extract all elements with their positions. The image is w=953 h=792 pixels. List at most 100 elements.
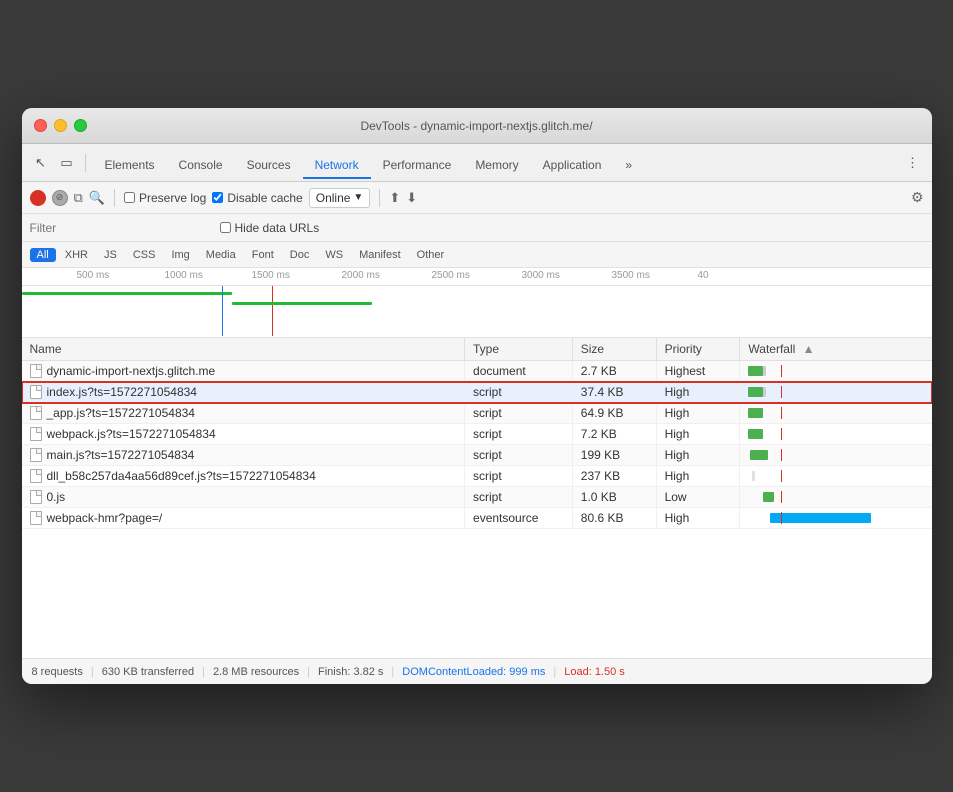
filter-ws[interactable]: WS (318, 248, 350, 262)
filter-font[interactable]: Font (245, 248, 281, 262)
col-size[interactable]: Size (572, 338, 656, 361)
cell-type: script (465, 403, 573, 424)
load-marker-line (781, 386, 782, 398)
col-priority[interactable]: Priority (656, 338, 740, 361)
filter-img[interactable]: Img (164, 248, 196, 262)
more-options-icon[interactable]: ⋮ (902, 152, 924, 174)
tab-sources[interactable]: Sources (235, 153, 303, 179)
table-row[interactable]: dynamic-import-nextjs.glitch.medocument2… (22, 361, 932, 382)
cell-name: 0.js (22, 487, 465, 508)
throttle-dropdown[interactable]: Online ▼ (309, 188, 371, 208)
ruler-mark-5: 3000 ms (522, 270, 560, 281)
record-button[interactable] (30, 190, 46, 206)
cell-priority: High (656, 466, 740, 487)
filter-doc[interactable]: Doc (283, 248, 317, 262)
status-requests: 8 requests (32, 666, 83, 678)
col-type[interactable]: Type (465, 338, 573, 361)
search-icon[interactable]: 🔍 (89, 190, 105, 206)
stop-button[interactable]: ⊘ (52, 190, 68, 206)
waterfall-segment (763, 366, 767, 376)
col-name[interactable]: Name (22, 338, 465, 361)
load-marker-line (781, 428, 782, 440)
cell-waterfall (740, 466, 932, 487)
ruler-mark-4: 2500 ms (432, 270, 470, 281)
waterfall-segment (763, 492, 774, 502)
title-bar: DevTools - dynamic-import-nextjs.glitch.… (22, 108, 932, 144)
cell-waterfall (740, 403, 932, 424)
waterfall-bar (744, 449, 927, 461)
tab-network[interactable]: Network (303, 153, 371, 179)
cell-size: 80.6 KB (572, 508, 656, 529)
network-toolbar: ⊘ ⧉ 🔍 Preserve log Disable cache Online … (22, 182, 932, 214)
download-icon[interactable]: ⬇ (406, 190, 417, 206)
tl-bar-green-2 (232, 302, 372, 305)
filter-xhr[interactable]: XHR (58, 248, 95, 262)
cell-size: 237 KB (572, 466, 656, 487)
cell-type: script (465, 487, 573, 508)
disable-cache-checkbox[interactable] (212, 192, 223, 203)
table-row[interactable]: _app.js?ts=1572271054834script64.9 KBHig… (22, 403, 932, 424)
hide-data-label: Hide data URLs (235, 221, 320, 235)
filter-media[interactable]: Media (199, 248, 243, 262)
waterfall-bar (744, 386, 927, 398)
status-dcl: DOMContentLoaded: 999 ms (402, 666, 545, 678)
waterfall-bar (744, 491, 927, 503)
cell-waterfall (740, 445, 932, 466)
device-icon[interactable]: ▭ (56, 152, 78, 174)
preserve-log-checkbox[interactable] (124, 192, 135, 203)
cell-name: main.js?ts=1572271054834 (22, 445, 465, 466)
cell-type: eventsource (465, 508, 573, 529)
tl-vline-red (272, 286, 273, 336)
table-row[interactable]: webpack-hmr?page=/eventsource80.6 KBHigh (22, 508, 932, 529)
table-row[interactable]: webpack.js?ts=1572271054834script7.2 KBH… (22, 424, 932, 445)
filter-js[interactable]: JS (97, 248, 124, 262)
close-button[interactable] (34, 119, 47, 132)
filter-type-bar: All XHR JS CSS Img Media Font Doc WS Man… (22, 242, 932, 268)
filter-input[interactable] (30, 221, 110, 235)
tab-application[interactable]: Application (531, 153, 614, 179)
filter-icon[interactable]: ⧉ (74, 190, 83, 206)
upload-icon[interactable]: ⬆ (389, 190, 400, 206)
status-transferred: 630 KB transferred (102, 666, 194, 678)
waterfall-segment (752, 471, 756, 481)
main-toolbar: ↖ ▭ Elements Console Sources Network Per… (22, 144, 932, 182)
tab-more[interactable]: » (613, 153, 644, 179)
timeline-ruler: 500 ms 1000 ms 1500 ms 2000 ms 2500 ms 3… (22, 268, 932, 286)
network-toolbar-sep (114, 189, 115, 207)
table-row[interactable]: 0.jsscript1.0 KBLow (22, 487, 932, 508)
waterfall-bar (744, 512, 927, 524)
cell-name: index.js?ts=1572271054834 (22, 382, 465, 403)
settings-icon[interactable]: ⚙ (911, 189, 924, 206)
waterfall-segment (770, 513, 871, 523)
cursor-icon[interactable]: ↖ (30, 152, 52, 174)
col-waterfall[interactable]: Waterfall ▲ (740, 338, 932, 361)
cell-waterfall (740, 508, 932, 529)
disable-cache-label[interactable]: Disable cache (212, 191, 302, 205)
waterfall-bar (744, 407, 927, 419)
tab-memory[interactable]: Memory (463, 153, 530, 179)
load-marker-line (781, 449, 782, 461)
waterfall-segment (748, 366, 763, 376)
tab-performance[interactable]: Performance (371, 153, 464, 179)
filter-css[interactable]: CSS (126, 248, 163, 262)
waterfall-segment (750, 450, 768, 460)
requests-table: Name Type Size Priority Waterfall ▲ dyna… (22, 338, 932, 529)
load-marker-line (781, 470, 782, 482)
tab-elements[interactable]: Elements (93, 153, 167, 179)
hide-data-urls-checkbox[interactable] (220, 222, 231, 233)
timeline-bars (22, 286, 932, 336)
preserve-log-label[interactable]: Preserve log (124, 191, 206, 205)
minimize-button[interactable] (54, 119, 67, 132)
table-row[interactable]: dll_b58c257da4aa56d89cef.js?ts=157227105… (22, 466, 932, 487)
ruler-mark-0: 500 ms (77, 270, 110, 281)
maximize-button[interactable] (74, 119, 87, 132)
cell-name: webpack.js?ts=1572271054834 (22, 424, 465, 445)
tab-console[interactable]: Console (167, 153, 235, 179)
cell-type: script (465, 445, 573, 466)
cell-name: dll_b58c257da4aa56d89cef.js?ts=157227105… (22, 466, 465, 487)
table-row[interactable]: index.js?ts=1572271054834script37.4 KBHi… (22, 382, 932, 403)
filter-other[interactable]: Other (410, 248, 452, 262)
table-row[interactable]: main.js?ts=1572271054834script199 KBHigh (22, 445, 932, 466)
filter-all[interactable]: All (30, 248, 56, 262)
filter-manifest[interactable]: Manifest (352, 248, 408, 262)
